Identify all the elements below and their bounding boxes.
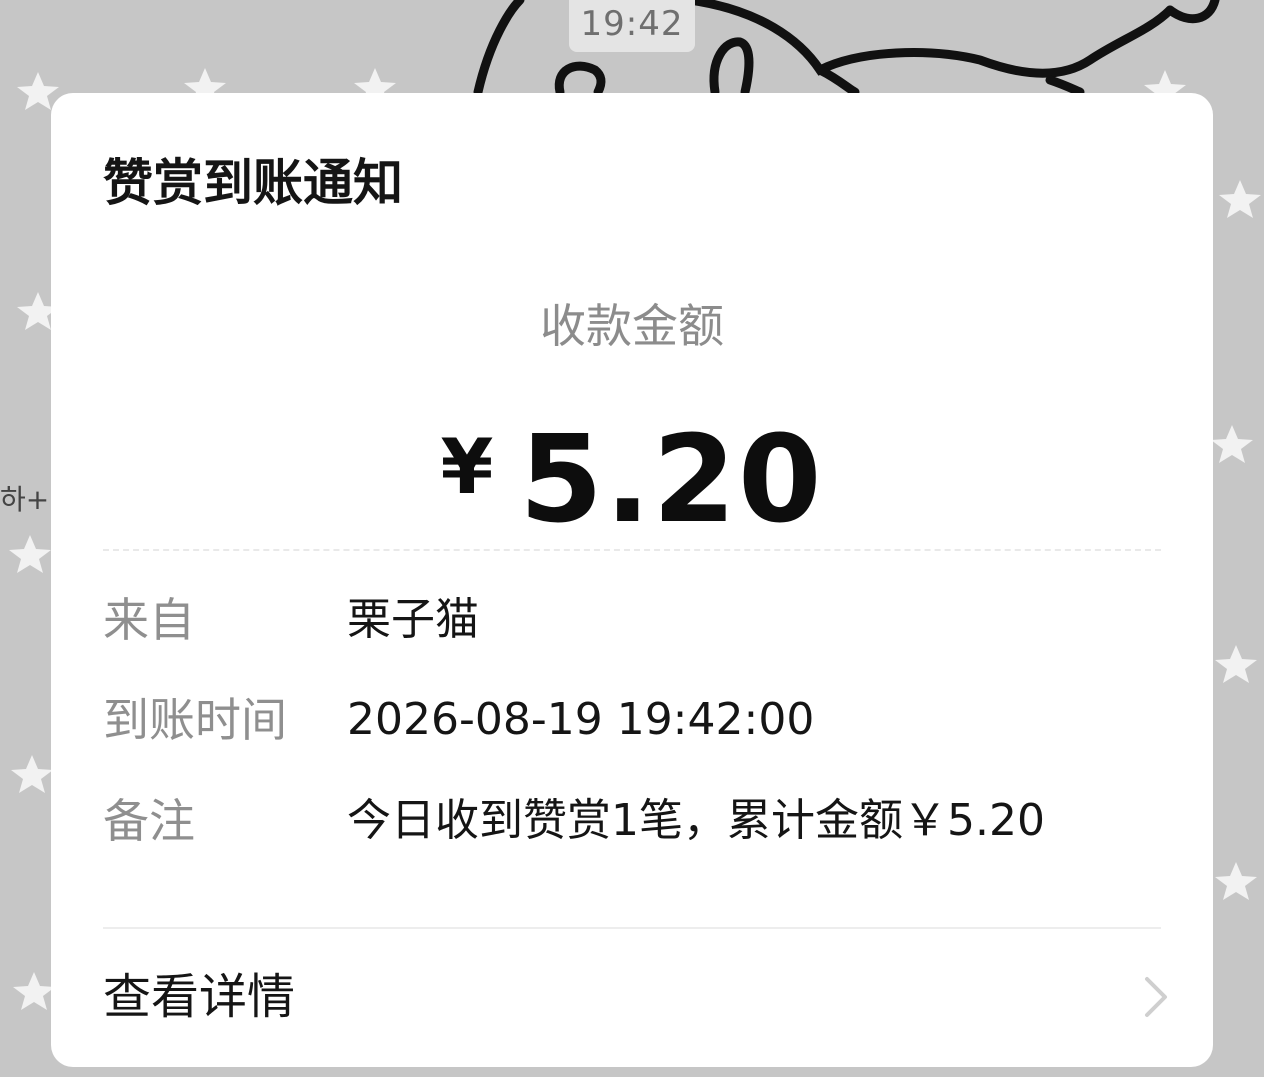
amount-label: 收款金额	[540, 299, 724, 353]
view-details-button[interactable]: 查看详情	[51, 929, 1213, 1067]
reward-notification-card: 赞赏到账通知 收款金额 ¥5.20 来自 栗子猫 到账时间 2026-08-19…	[51, 93, 1213, 1067]
amount-display: ¥5.20	[51, 411, 1213, 550]
currency-symbol: ¥	[440, 422, 494, 511]
row-remark: 备注 今日收到赞赏1笔，累计金额￥5.20	[103, 791, 1161, 851]
from-value: 栗子猫	[347, 594, 479, 645]
arrival-time-value: 2026-08-19 19:42:00	[347, 694, 815, 745]
dashed-divider	[103, 549, 1161, 551]
arrival-time-label: 到账时间	[103, 693, 287, 747]
amount-value: 5.20	[519, 411, 824, 550]
row-from: 来自 栗子猫	[103, 590, 1161, 650]
view-details-label: 查看详情	[103, 969, 296, 1025]
remark-label: 备注	[103, 794, 195, 848]
partial-background-text: 하+	[0, 483, 50, 516]
card-title: 赞赏到账通知	[103, 154, 403, 212]
from-label: 来自	[103, 593, 195, 647]
remark-value: 今日收到赞赏1笔，累计金额￥5.20	[347, 795, 1045, 846]
message-timestamp: 19:42	[569, 0, 695, 52]
row-arrival-time: 到账时间 2026-08-19 19:42:00	[103, 690, 1161, 750]
chevron-right-icon	[1145, 977, 1167, 1017]
